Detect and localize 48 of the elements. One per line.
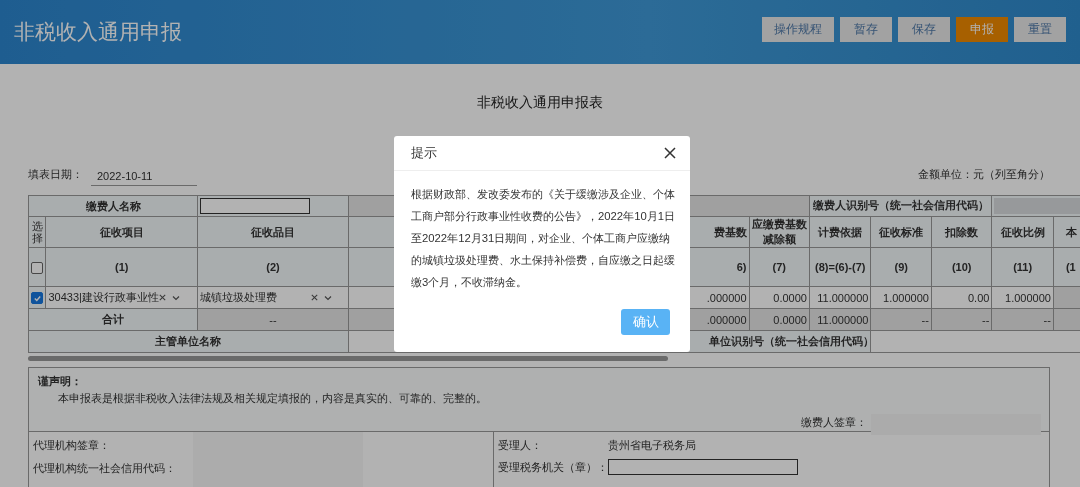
- authority-name-label: 主管单位名称: [28, 330, 349, 353]
- select-header: 选择: [28, 216, 46, 248]
- declaration-text: 本申报表是根据非税收入法律法规及相关规定填报的，内容是真实的、可靠的、完整的。: [57, 391, 488, 406]
- table-cell: --: [197, 308, 349, 331]
- column-number: (8)=(6)-(7): [809, 247, 871, 287]
- payer-name-label: 缴费人名称: [28, 195, 198, 217]
- signature-field[interactable]: [871, 414, 1041, 435]
- payer-name-field[interactable]: [200, 198, 311, 214]
- table-cell: 0.00: [931, 286, 992, 309]
- fill-date-field[interactable]: 2022-10-11: [91, 170, 197, 186]
- signature-label: 缴费人签章：: [801, 415, 867, 430]
- declaration-title: 谨声明：: [38, 374, 83, 389]
- toolbar-button[interactable]: 保存: [898, 16, 950, 42]
- page-title: 非税收入通用申报: [14, 19, 182, 45]
- form-title: 非税收入通用申报表: [476, 94, 604, 112]
- column-number: (11): [991, 247, 1054, 287]
- toolbar-button[interactable]: 申报: [956, 16, 1008, 42]
- column-header: 征收标准: [870, 216, 932, 248]
- column-header: 扣除数: [931, 216, 992, 248]
- column-header: 征收品目: [197, 216, 349, 248]
- clear-icon[interactable]: [310, 293, 320, 302]
- row-checkbox[interactable]: [31, 292, 44, 305]
- column-number: (10): [931, 247, 992, 287]
- amount-unit: 金额单位：元（列至角分）: [918, 167, 1050, 182]
- toolbar-button[interactable]: 操作规程: [762, 16, 834, 42]
- clear-icon[interactable]: [158, 293, 168, 302]
- column-number: (7): [749, 247, 810, 287]
- column-header: 计费依据: [809, 216, 871, 248]
- close-icon[interactable]: [664, 147, 676, 159]
- dialog-title: 提示: [411, 144, 437, 162]
- column-header: 征收比例: [991, 216, 1054, 248]
- payer-id-label: 缴费人识别号（统一社会信用代码）: [809, 195, 992, 217]
- total-label: 合计: [28, 308, 198, 331]
- column-header: 征收项目: [45, 216, 198, 248]
- toolbar-button[interactable]: 暂存: [840, 16, 892, 42]
- column-number: (2): [197, 247, 349, 287]
- column-number: (9): [870, 247, 932, 287]
- fill-date-label: 填表日期：: [28, 167, 83, 182]
- column-header: 应缴费基数减除额: [749, 216, 810, 248]
- table-cell: 0.0000: [749, 286, 810, 309]
- horizontal-scrollbar[interactable]: [28, 356, 668, 361]
- confirm-button[interactable]: 确认: [621, 309, 670, 335]
- table-cell: 1.000000: [870, 286, 932, 309]
- select-all-checkbox[interactable]: [31, 261, 44, 274]
- table-cell: 1.000000: [991, 286, 1054, 309]
- column-number: (1): [45, 247, 198, 287]
- toolbar-button[interactable]: 重置: [1014, 16, 1066, 42]
- table-cell: 11.000000: [809, 286, 871, 309]
